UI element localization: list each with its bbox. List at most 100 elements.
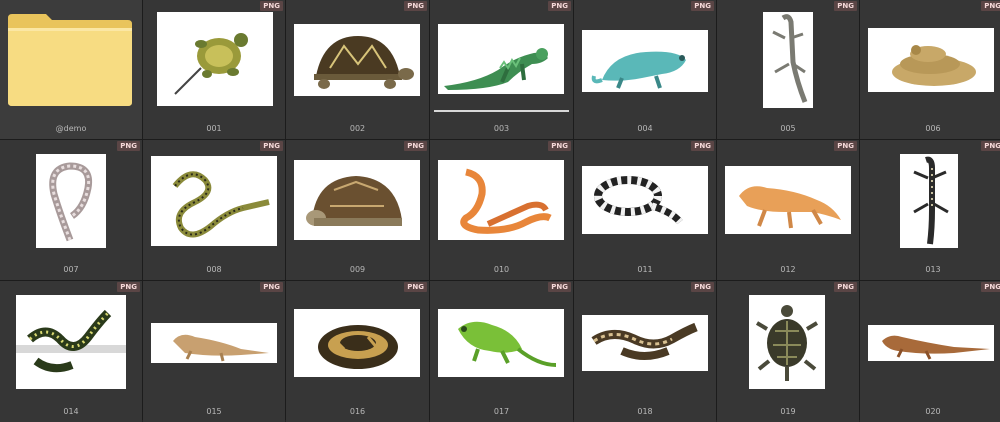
file-tile-011[interactable]: PNG 011 — [574, 140, 716, 280]
tortoise-icon — [306, 176, 402, 226]
file-label: 013 — [925, 265, 941, 274]
file-tile-001[interactable]: PNG 001 — [143, 0, 285, 139]
file-tile-014[interactable]: PNG 014 — [0, 281, 142, 422]
iguana-icon — [444, 48, 548, 90]
thumbnail-image — [438, 160, 564, 240]
thumbnail-image — [36, 154, 106, 248]
file-label: 006 — [925, 124, 941, 133]
file-label: 019 — [780, 407, 796, 416]
png-badge: PNG — [404, 141, 427, 151]
file-label: 015 — [206, 407, 222, 416]
thumbnail-image — [294, 24, 420, 96]
file-tile-009[interactable]: PNG 009 — [286, 140, 429, 280]
thumbnail-image — [868, 28, 994, 92]
kingsnake-icon — [594, 176, 683, 225]
thumbnail-image — [157, 12, 273, 106]
python-icon — [591, 322, 698, 360]
snake-icon — [49, 162, 93, 242]
file-label: 011 — [637, 265, 653, 274]
file-tile-007[interactable]: PNG 007 — [0, 140, 142, 280]
file-label: 002 — [349, 124, 366, 133]
png-badge: PNG — [834, 141, 857, 151]
file-tile-005[interactable]: PNG 005 — [717, 0, 859, 139]
file-label: 009 — [349, 265, 366, 274]
png-badge: PNG — [260, 282, 283, 292]
file-tile-015[interactable]: PNG 015 — [143, 281, 285, 422]
gecko-icon — [913, 156, 949, 245]
thumbnail-image — [294, 160, 420, 240]
png-badge: PNG — [548, 282, 571, 292]
thumbnail-image — [438, 24, 564, 94]
png-badge: PNG — [981, 1, 1000, 11]
file-tile-010[interactable]: PNG 010 — [430, 140, 573, 280]
thumbnail-image — [868, 325, 994, 361]
snake-icon — [172, 171, 270, 238]
png-badge: PNG — [834, 1, 857, 11]
thumbnail-image — [438, 309, 564, 377]
file-tile-013[interactable]: PNG 013 — [860, 140, 1000, 280]
file-tile-018[interactable]: PNG 018 — [574, 281, 716, 422]
png-badge: PNG — [981, 141, 1000, 151]
thumbnail-image — [16, 295, 126, 389]
folder-label: @demo — [55, 124, 87, 133]
folder-icon — [8, 14, 132, 106]
file-label: 004 — [637, 124, 653, 133]
corn-snake-icon — [460, 168, 552, 234]
chameleon-icon — [458, 321, 557, 367]
selection-indicator — [434, 110, 569, 112]
file-label: 001 — [206, 124, 222, 133]
png-badge: PNG — [117, 282, 140, 292]
png-badge: PNG — [404, 282, 427, 292]
turtle-icon — [755, 305, 819, 381]
png-badge: PNG — [691, 141, 714, 151]
png-badge: PNG — [260, 141, 283, 151]
gecko-icon — [772, 14, 808, 103]
png-badge: PNG — [691, 1, 714, 11]
file-label: 003 — [493, 124, 510, 133]
iguana-icon — [882, 335, 990, 360]
file-label: 020 — [925, 407, 941, 416]
tortoise-icon — [314, 36, 414, 89]
thumbnail-image — [151, 156, 277, 246]
file-label: 018 — [637, 407, 653, 416]
bearded-dragon-icon — [173, 334, 269, 362]
thumbnail-image — [582, 30, 708, 92]
thumbnail-grid: @demo PNG 001 PNG 002 PNG 003 PNG 004 PN… — [0, 0, 1000, 422]
file-tile-008[interactable]: PNG 008 — [143, 140, 285, 280]
png-badge: PNG — [548, 141, 571, 151]
png-badge: PNG — [981, 282, 1000, 292]
file-tile-003[interactable]: PNG 003 — [430, 0, 573, 139]
chameleon-icon — [591, 51, 686, 89]
file-tile-019[interactable]: PNG 019 — [717, 281, 859, 422]
turtle-icon — [174, 33, 248, 95]
file-label: 005 — [780, 124, 796, 133]
thumbnail-image — [582, 166, 708, 234]
file-label: 012 — [780, 265, 796, 274]
file-label: 007 — [63, 265, 79, 274]
file-tile-012[interactable]: PNG 012 — [717, 140, 859, 280]
file-label: 017 — [493, 407, 510, 416]
thumbnail-image — [749, 295, 825, 389]
file-tile-002[interactable]: PNG 002 — [286, 0, 429, 139]
file-label: 016 — [349, 407, 366, 416]
python-icon — [318, 325, 398, 369]
file-label: 014 — [63, 407, 79, 416]
file-tile-004[interactable]: PNG 004 — [574, 0, 716, 139]
png-badge: PNG — [404, 1, 427, 11]
file-tile-020[interactable]: PNG 020 — [860, 281, 1000, 422]
png-badge: PNG — [834, 282, 857, 292]
thumbnail-image — [294, 309, 420, 377]
bearded-dragon-icon — [739, 186, 841, 229]
thumbnail-image — [763, 12, 813, 108]
png-badge: PNG — [117, 141, 140, 151]
file-tile-016[interactable]: PNG 016 — [286, 281, 429, 422]
file-tile-006[interactable]: PNG 006 — [860, 0, 1000, 139]
folder-tile[interactable]: @demo — [0, 0, 142, 139]
file-tile-017[interactable]: PNG 017 — [430, 281, 573, 422]
snake-icon — [16, 309, 126, 373]
png-badge: PNG — [691, 282, 714, 292]
file-label: 010 — [493, 265, 510, 274]
thumbnail-image — [582, 315, 708, 371]
thumbnail-image — [725, 166, 851, 234]
coiled-snake-icon — [892, 45, 976, 86]
